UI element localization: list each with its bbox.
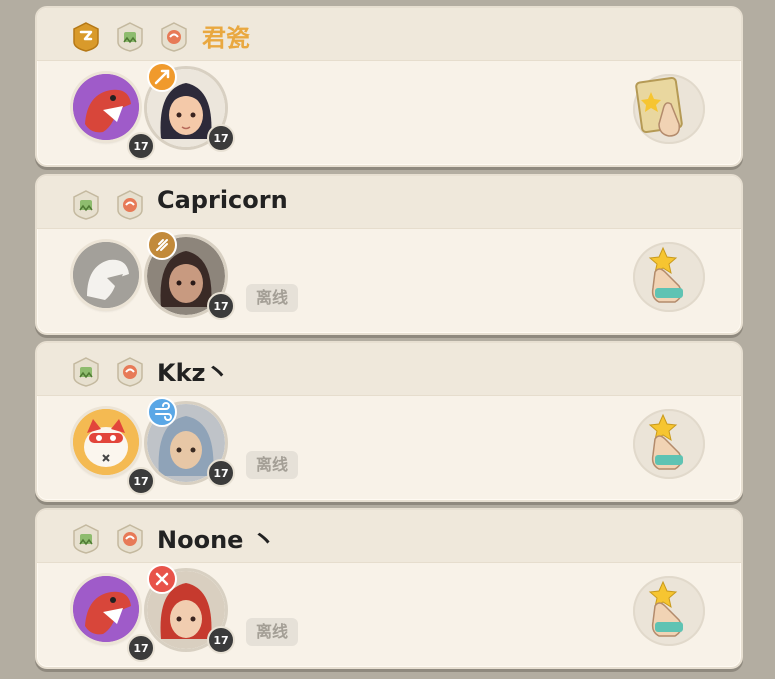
player-name: Kkz丶 [157,359,230,387]
star-hand-icon [648,413,683,470]
squad-badge-icon [73,524,99,554]
player-card[interactable]: Kkz丶 17 17 离线 [35,341,743,502]
player-name: Capricorn [157,186,288,214]
player-list: 君瓷 17 17 Capricorn 17 离线 Kkz丶 17 17 离线 N… [0,0,775,679]
character-level-badge: 17 [207,459,235,487]
character-level-badge: 17 [207,292,235,320]
star-hand-button[interactable] [633,242,705,312]
player-card[interactable]: Noone 丶 17 17 离线 [35,508,743,669]
guild-badge-icon [117,357,143,387]
offline-status: 离线 [246,451,299,479]
star-hand-button[interactable] [633,409,705,479]
fire-element-icon [147,62,177,92]
like-hand-icon [635,76,683,137]
companion-avatar [73,409,139,475]
player-card[interactable]: 君瓷 17 17 [35,6,743,167]
character-level-badge: 17 [207,626,235,654]
player-card[interactable]: Capricorn 17 离线 [35,174,743,335]
character-level-badge: 17 [207,124,235,152]
squad-badge-icon [117,22,143,52]
companion-level-badge: 17 [127,634,155,662]
crown-badge-icon [73,22,99,52]
companion-avatar [73,576,139,642]
star-hand-icon [648,580,683,637]
guild-badge-icon [117,524,143,554]
guild-badge-icon [161,22,187,52]
like-hand-button[interactable] [633,74,705,144]
offline-status: 离线 [246,284,299,312]
player-name: 君瓷 [202,24,250,52]
guild-badge-icon [117,190,143,220]
fire-element-icon [147,230,177,260]
player-name: Noone 丶 [157,526,276,554]
companion-avatar [73,242,139,308]
squad-badge-icon [73,357,99,387]
star-hand-button[interactable] [633,576,705,646]
squad-badge-icon [73,190,99,220]
wind-element-icon [147,397,177,427]
rose-element-icon [147,564,177,594]
companion-level-badge: 17 [127,132,155,160]
star-hand-icon [648,246,683,303]
companion-avatar [73,74,139,140]
offline-status: 离线 [246,618,299,646]
companion-level-badge: 17 [127,467,155,495]
